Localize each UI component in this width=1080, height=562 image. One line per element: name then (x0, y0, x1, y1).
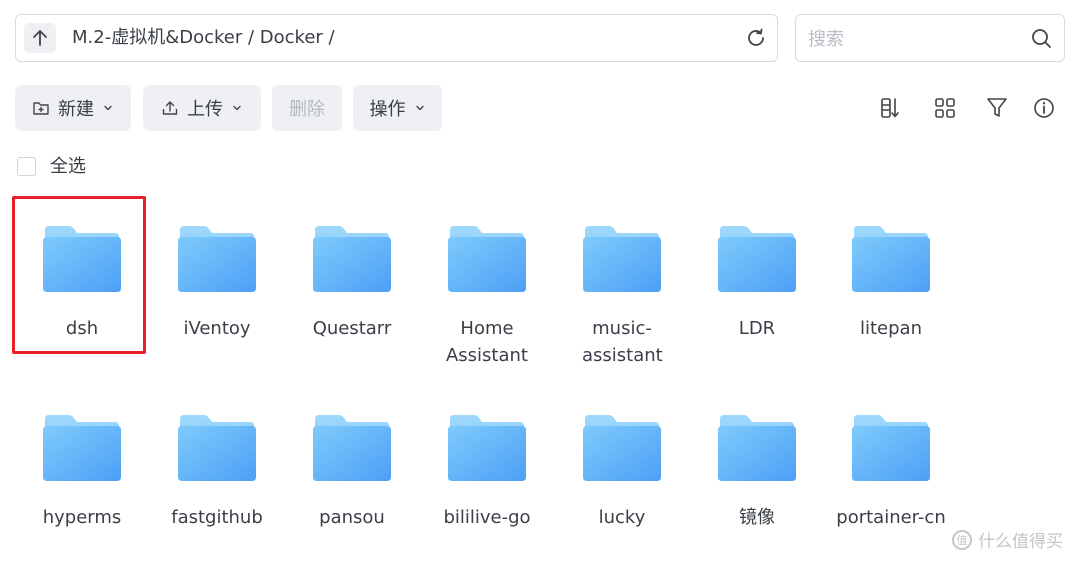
upload-button-label: 上传 (187, 99, 223, 120)
chevron-down-icon (104, 105, 112, 111)
folder-icon (718, 415, 796, 481)
new-button-label: 新建 (58, 99, 94, 120)
delete-button-label: 删除 (289, 99, 325, 120)
folder-icon (852, 415, 930, 481)
folder-icon (313, 415, 391, 481)
folder-icon (178, 415, 256, 481)
folder-name: bililive-go (443, 507, 531, 528)
actions-button[interactable]: 操作 (353, 85, 442, 131)
select-all-label: 全选 (50, 156, 86, 177)
folder-item[interactable]: 镜像 (697, 413, 817, 531)
folder-item[interactable]: Home Assistant (427, 224, 547, 369)
upload-icon (162, 101, 178, 115)
folder-item[interactable]: fastgithub (157, 413, 277, 531)
folder-icon (448, 415, 526, 481)
folder-name: lucky (598, 507, 646, 528)
folder-icon (43, 415, 121, 481)
folder-icon (313, 226, 391, 292)
actions-button-label: 操作 (369, 99, 406, 120)
up-button[interactable] (24, 23, 56, 53)
chevron-down-icon (233, 105, 241, 111)
folder-icon (448, 226, 526, 292)
folder-icon (852, 226, 930, 292)
info-icon[interactable] (1032, 96, 1056, 120)
watermark: 值 什么值得买 (952, 527, 1063, 552)
upload-button[interactable]: 上传 (143, 85, 261, 131)
folder-item[interactable]: lucky (562, 413, 682, 531)
folder-name: Home Assistant (445, 318, 528, 366)
folder-item[interactable]: bililive-go (427, 413, 547, 531)
folder-name: 镜像 (739, 507, 775, 528)
folder-name: hyperms (42, 507, 122, 528)
folder-item[interactable]: pansou (292, 413, 412, 531)
folder-item[interactable]: dsh (22, 224, 142, 342)
folder-item[interactable]: hyperms (22, 413, 142, 531)
folder-name: portainer-cn (836, 507, 946, 528)
folder-icon (178, 226, 256, 292)
path-bar: M.2-虚拟机&Docker / Docker / (15, 14, 778, 62)
watermark-text: 什么值得买 (978, 532, 1063, 552)
search-input[interactable] (806, 23, 1020, 55)
chevron-down-icon (415, 105, 424, 111)
folder-icon (583, 226, 661, 292)
folder-item[interactable]: portainer-cn (826, 413, 956, 531)
folder-icon (718, 226, 796, 292)
grid-view-icon[interactable] (933, 96, 957, 120)
arrow-up-icon (33, 30, 47, 46)
folder-name: dsh (65, 318, 99, 339)
search-box (795, 14, 1065, 62)
folder-name: LDR (738, 318, 776, 339)
folder-item[interactable]: iVentoy (157, 224, 277, 342)
watermark-logo: 值 (952, 529, 972, 550)
folder-icon (583, 415, 661, 481)
search-icon[interactable] (1030, 27, 1052, 49)
sort-icon[interactable] (879, 96, 903, 120)
folder-name: fastgithub (171, 507, 263, 528)
breadcrumb-path[interactable]: M.2-虚拟机&Docker / Docker / (72, 15, 335, 61)
folder-name: music-assistant (582, 318, 663, 366)
filter-icon[interactable] (985, 96, 1009, 120)
folder-item[interactable]: Questarr (292, 224, 412, 342)
folder-name: pansou (319, 507, 385, 528)
folder-item[interactable]: litepan (831, 224, 951, 342)
delete-button[interactable]: 删除 (272, 85, 342, 131)
select-all-checkbox[interactable] (17, 157, 36, 176)
refresh-icon[interactable] (745, 27, 767, 49)
folder-item[interactable]: music-assistant (562, 224, 682, 369)
new-button[interactable]: 新建 (15, 85, 131, 131)
folder-item[interactable]: LDR (697, 224, 817, 342)
folder-name: Questarr (312, 318, 392, 339)
folder-icon (43, 226, 121, 292)
folder-name: iVentoy (183, 318, 251, 339)
folder-name: litepan (860, 318, 922, 339)
new-folder-icon (33, 102, 49, 115)
